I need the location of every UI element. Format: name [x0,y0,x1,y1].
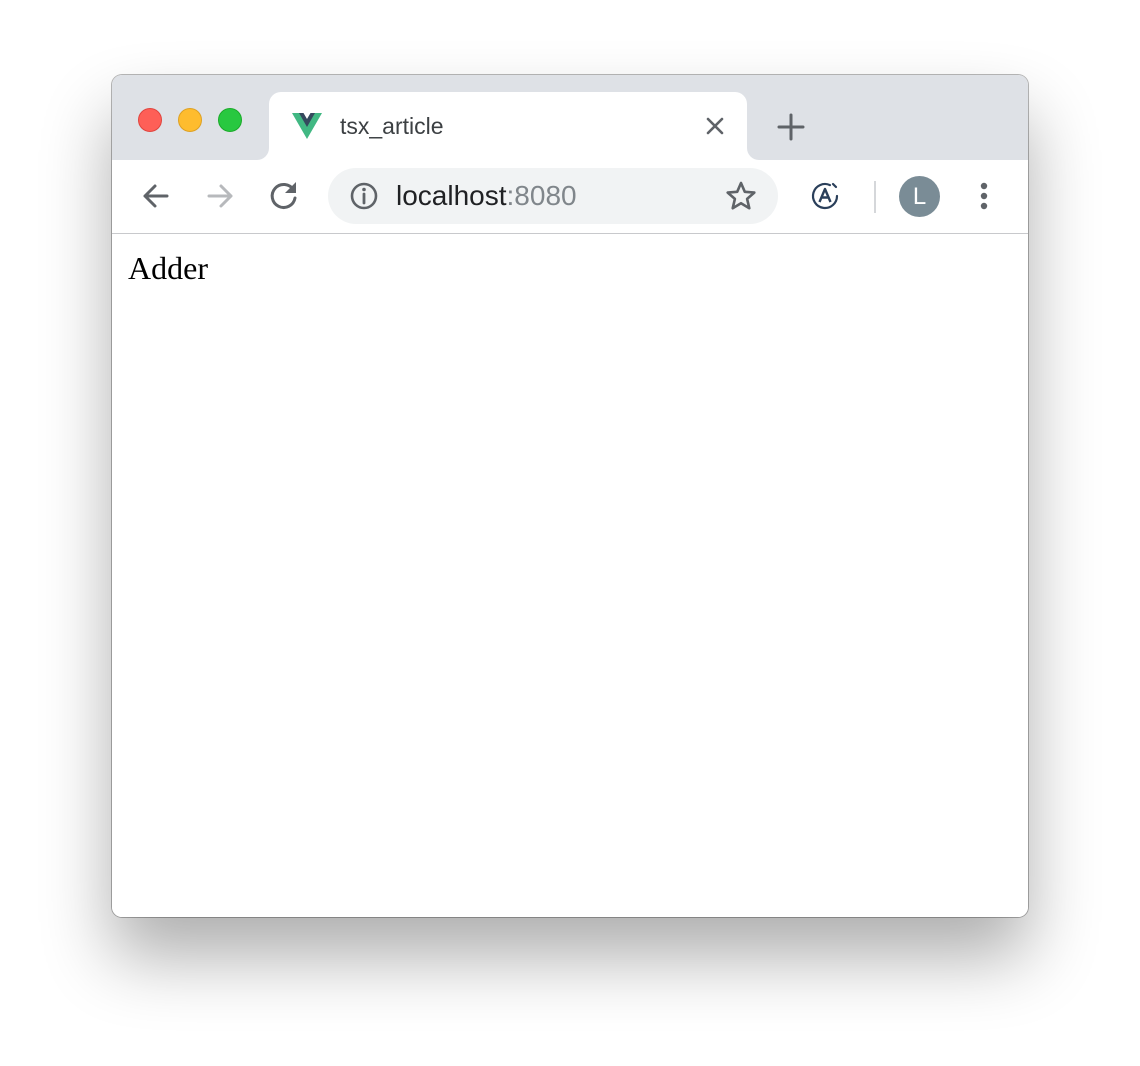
window-minimize-button[interactable] [178,108,202,132]
info-icon[interactable] [348,180,380,212]
toolbar-divider [874,181,876,213]
url-host: localhost [396,180,507,211]
browser-toolbar: localhost:8080 L [112,160,1028,234]
new-tab-icon[interactable] [774,110,808,144]
tab-title: tsx_article [340,113,444,139]
forward-arrow-icon[interactable] [202,178,238,214]
more-menu-icon[interactable] [968,178,1000,214]
extension-a-icon[interactable] [808,179,842,213]
window-maximize-button[interactable] [218,108,242,132]
url-port: :8080 [506,180,577,211]
tab-tsx-article[interactable]: tsx_article [269,92,747,160]
reload-icon[interactable] [266,178,302,214]
address-bar[interactable]: localhost:8080 [328,168,778,224]
back-arrow-icon[interactable] [138,178,174,214]
url-text[interactable]: localhost:8080 [396,180,577,212]
bookmark-star-icon[interactable] [724,179,758,213]
page-content: Adder [112,234,1028,917]
profile-avatar[interactable]: L [899,176,940,217]
vue-logo-icon [292,113,322,139]
page-heading-text: Adder [128,250,208,286]
browser-window: tsx_article localhost:8080 L Adder [112,75,1028,917]
tab-strip: tsx_article [112,75,1028,160]
tab-close-icon[interactable] [701,112,729,140]
window-close-button[interactable] [138,108,162,132]
